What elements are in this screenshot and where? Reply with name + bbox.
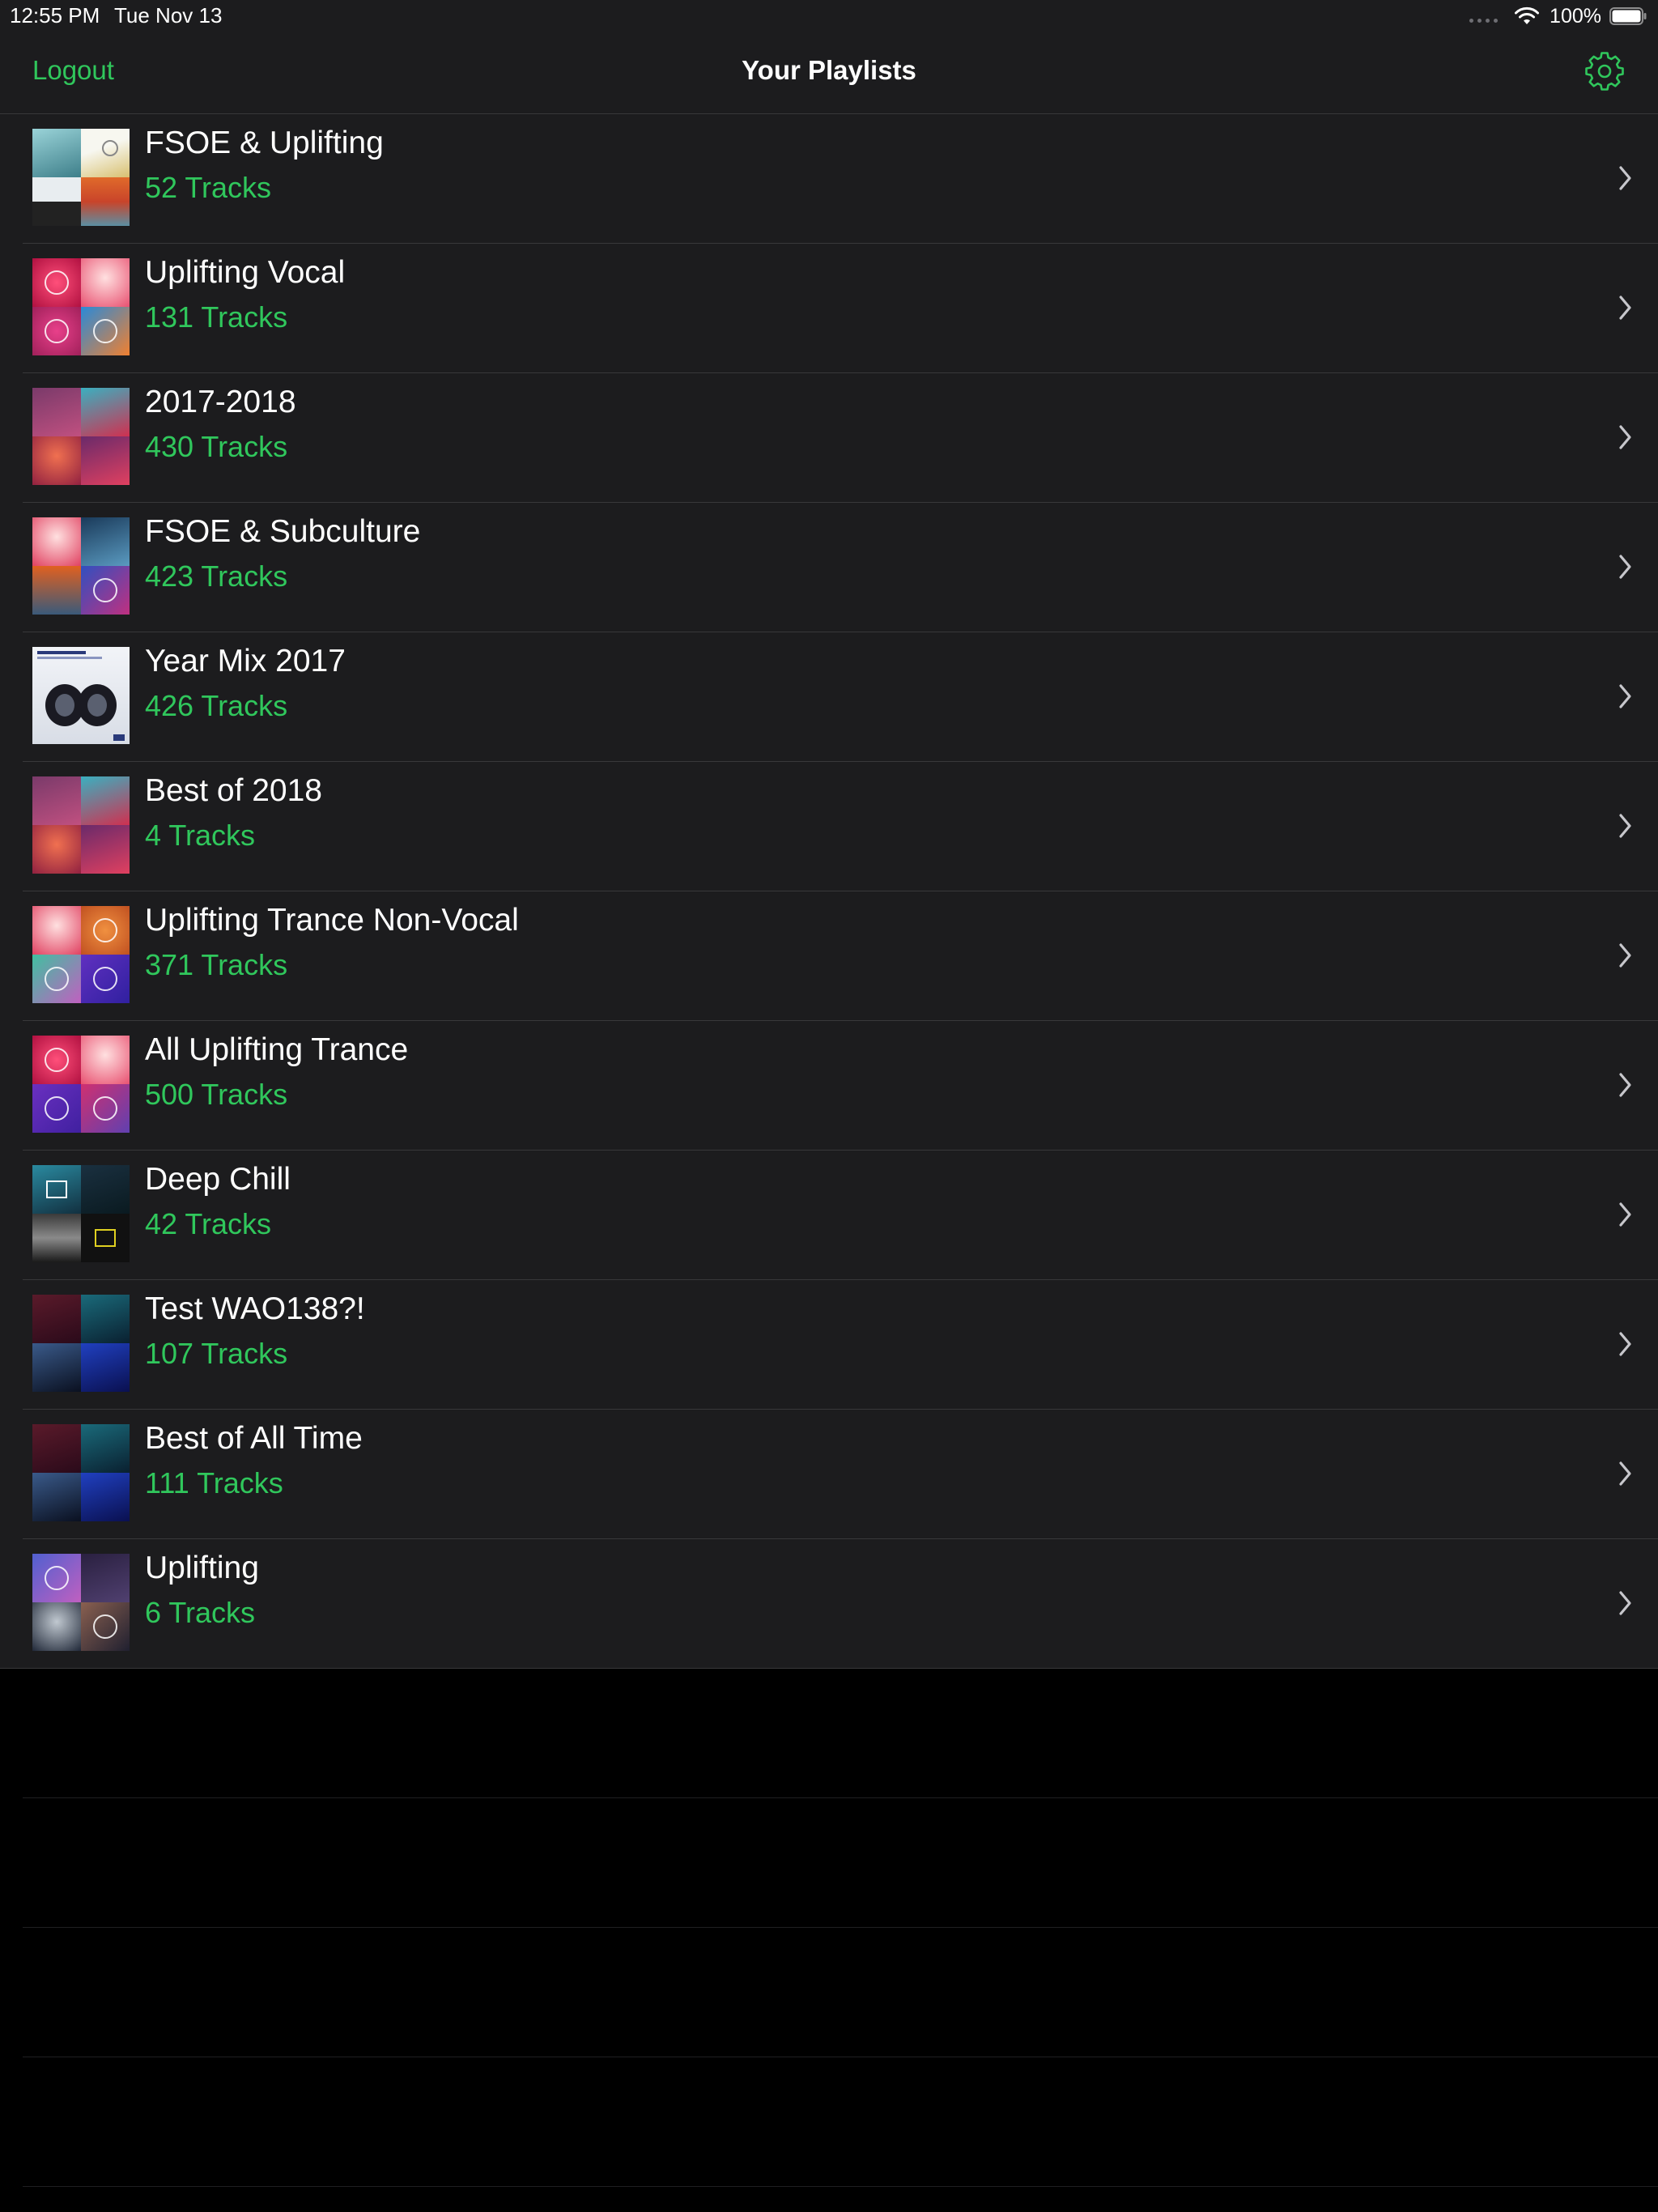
gear-icon[interactable] (1584, 51, 1625, 91)
playlist-track-count: 426 Tracks (145, 689, 288, 722)
playlist-track-count: 430 Tracks (145, 430, 288, 463)
playlist-row[interactable]: 2017-2018 430 Tracks (0, 373, 1658, 503)
status-indicators: 100% (1469, 2, 1647, 30)
navigation-bar: Logout Your Playlists (0, 32, 1658, 114)
playlist-row[interactable]: Uplifting Trance Non-Vocal 371 Tracks (0, 891, 1658, 1021)
playlist-name: Deep Chill (145, 1162, 291, 1197)
chevron-right-icon (1619, 425, 1631, 449)
playlist-name: Uplifting (145, 1551, 259, 1585)
chevron-right-icon (1619, 943, 1631, 968)
playlist-artwork (32, 647, 130, 744)
playlist-name: Test WAO138?! (145, 1291, 365, 1326)
playlist-track-count: 371 Tracks (145, 948, 288, 981)
playlist-artwork (32, 776, 130, 874)
playlist-artwork (32, 1165, 130, 1262)
playlist-artwork (32, 517, 130, 615)
playlist-artwork (32, 129, 130, 226)
chevron-right-icon (1619, 555, 1631, 579)
playlist-track-count: 42 Tracks (145, 1207, 272, 1240)
playlist-artwork (32, 1554, 130, 1651)
chevron-right-icon (1619, 1332, 1631, 1356)
empty-row-separator (23, 2186, 1658, 2187)
playlist-artwork (32, 258, 130, 355)
playlist-list: FSOE & Uplifting 52 Tracks Uplifting Voc… (0, 114, 1658, 1669)
chevron-right-icon (1619, 296, 1631, 320)
playlist-name: FSOE & Uplifting (145, 125, 384, 160)
playlist-track-count: 6 Tracks (145, 1596, 256, 1629)
playlist-track-count: 52 Tracks (145, 171, 272, 204)
playlist-name: Uplifting Trance Non-Vocal (145, 903, 519, 938)
playlist-row[interactable]: Test WAO138?! 107 Tracks (0, 1280, 1658, 1410)
empty-row-separator (23, 1927, 1658, 1928)
playlist-name: FSOE & Subculture (145, 514, 421, 549)
playlist-row[interactable]: Best of All Time 111 Tracks (0, 1410, 1658, 1539)
chevron-right-icon (1619, 814, 1631, 838)
playlist-track-count: 131 Tracks (145, 300, 288, 334)
battery-percentage: 100% (1550, 4, 1601, 28)
playlist-artwork (32, 1424, 130, 1521)
chevron-right-icon (1619, 1202, 1631, 1227)
battery-icon (1609, 7, 1647, 25)
chevron-right-icon (1619, 1073, 1631, 1097)
wifi-icon (1515, 6, 1540, 24)
playlist-track-count: 4 Tracks (145, 819, 256, 852)
playlist-name: Best of 2018 (145, 773, 322, 808)
chevron-right-icon (1619, 1461, 1631, 1486)
playlist-artwork (32, 1036, 130, 1133)
chevron-right-icon (1619, 1591, 1631, 1615)
page-title: Your Playlists (742, 55, 916, 85)
status-date: Tue Nov 13 (114, 3, 223, 28)
playlist-row[interactable]: All Uplifting Trance 500 Tracks (0, 1021, 1658, 1151)
playlist-track-count: 423 Tracks (145, 559, 288, 593)
playlist-row[interactable]: FSOE & Subculture 423 Tracks (0, 503, 1658, 632)
playlist-track-count: 111 Tracks (145, 1466, 283, 1499)
chevron-right-icon (1619, 166, 1631, 190)
playlist-track-count: 500 Tracks (145, 1078, 288, 1111)
playlist-track-count: 107 Tracks (145, 1337, 288, 1370)
playlist-name: 2017-2018 (145, 385, 296, 419)
status-time: 12:55 PM (10, 3, 100, 28)
playlist-row[interactable]: FSOE & Uplifting 52 Tracks (0, 114, 1658, 244)
playlist-row[interactable]: Best of 2018 4 Tracks (0, 762, 1658, 891)
cellular-signal-icon (1469, 18, 1499, 23)
playlist-row[interactable]: Uplifting 6 Tracks (0, 1539, 1658, 1669)
chevron-right-icon (1619, 684, 1631, 708)
playlist-row[interactable]: Year Mix 2017 426 Tracks (0, 632, 1658, 762)
playlist-name: Year Mix 2017 (145, 644, 346, 678)
playlist-name: Best of All Time (145, 1421, 363, 1456)
status-bar: 12:55 PM Tue Nov 13 100% (0, 0, 1658, 32)
playlist-artwork (32, 906, 130, 1003)
empty-row-separator (23, 1797, 1658, 1798)
playlist-name: Uplifting Vocal (145, 255, 346, 290)
playlist-artwork (32, 1295, 130, 1392)
playlist-name: All Uplifting Trance (145, 1032, 409, 1067)
playlist-artwork (32, 388, 130, 485)
playlist-row[interactable]: Uplifting Vocal 131 Tracks (0, 244, 1658, 373)
playlist-row[interactable]: Deep Chill 42 Tracks (0, 1151, 1658, 1280)
